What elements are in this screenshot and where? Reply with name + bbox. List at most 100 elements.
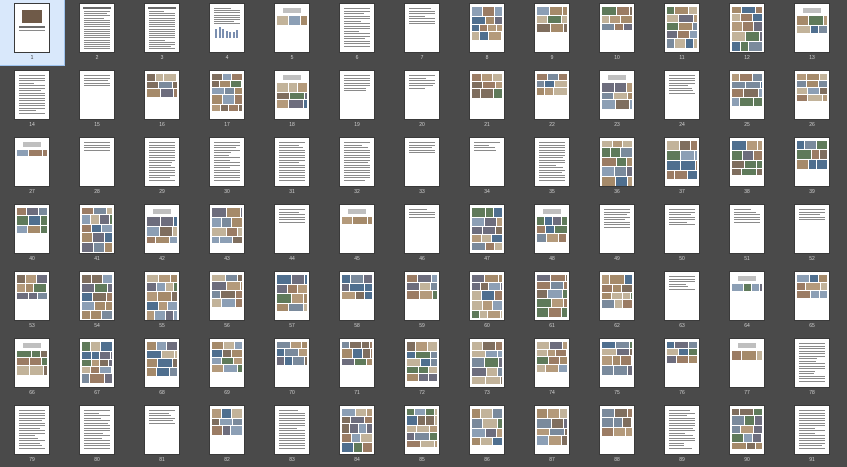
page-thumbnail[interactable]: 6 — [325, 0, 389, 65]
page-thumbnail[interactable]: 12 — [715, 0, 779, 65]
page-thumbnail[interactable]: 78 — [780, 335, 844, 400]
page-thumbnail[interactable]: 80 — [65, 402, 129, 467]
page-thumbnail[interactable]: 54 — [65, 268, 129, 333]
page-thumbnail[interactable]: 81 — [130, 402, 194, 467]
page-thumbnail[interactable]: 47 — [455, 201, 519, 266]
page-thumbnail[interactable]: 53 — [0, 268, 64, 333]
page-thumbnail[interactable]: 21 — [455, 67, 519, 132]
page-thumbnail[interactable]: 18 — [260, 67, 324, 132]
page-thumbnail[interactable]: 13 — [780, 0, 844, 65]
page-thumbnail[interactable]: 43 — [195, 201, 259, 266]
page-thumbnail[interactable]: 87 — [520, 402, 584, 467]
page-thumbnail[interactable]: 11 — [650, 0, 714, 65]
page-thumbnail[interactable]: 20 — [390, 67, 454, 132]
page-thumbnail[interactable]: 17 — [195, 67, 259, 132]
page-thumbnail[interactable]: 24 — [650, 67, 714, 132]
page-thumbnail[interactable]: 7 — [390, 0, 454, 65]
page-thumbnail[interactable]: 19 — [325, 67, 389, 132]
page-number-label: 37 — [679, 189, 685, 195]
page-thumbnail[interactable]: 5 — [260, 0, 324, 65]
page-thumbnail[interactable]: 85 — [390, 402, 454, 467]
page-thumbnail[interactable]: 83 — [260, 402, 324, 467]
page-thumbnail[interactable]: 75 — [585, 335, 649, 400]
page-thumbnail[interactable]: 60 — [455, 268, 519, 333]
page-thumbnail[interactable]: 9 — [520, 0, 584, 65]
page-thumbnail[interactable]: 35 — [520, 134, 584, 199]
page-thumbnail[interactable]: 45 — [325, 201, 389, 266]
page-thumbnail[interactable]: 33 — [390, 134, 454, 199]
page-thumbnail[interactable]: 49 — [585, 201, 649, 266]
page-thumbnail[interactable]: 51 — [715, 201, 779, 266]
page-thumbnail[interactable]: 23 — [585, 67, 649, 132]
page-thumbnail[interactable]: 64 — [715, 268, 779, 333]
page-thumbnail[interactable]: 37 — [650, 134, 714, 199]
page-thumbnail[interactable]: 67 — [65, 335, 129, 400]
page-thumbnail[interactable]: 52 — [780, 201, 844, 266]
page-thumbnail[interactable]: 66 — [0, 335, 64, 400]
page-thumbnail[interactable]: 56 — [195, 268, 259, 333]
page-thumbnail[interactable]: 36 — [585, 134, 649, 199]
page-thumbnail[interactable]: 65 — [780, 268, 844, 333]
page-thumbnail[interactable]: 15 — [65, 67, 129, 132]
page-number-label: 80 — [94, 457, 100, 463]
page-thumbnail[interactable]: 40 — [0, 201, 64, 266]
page-number-label: 18 — [289, 122, 295, 128]
page-thumbnail[interactable]: 84 — [325, 402, 389, 467]
page-thumbnail[interactable]: 44 — [260, 201, 324, 266]
page-thumbnail[interactable]: 90 — [715, 402, 779, 467]
page-thumbnail[interactable]: 2 — [65, 0, 129, 65]
page-thumbnail[interactable]: 34 — [455, 134, 519, 199]
page-thumbnail[interactable]: 77 — [715, 335, 779, 400]
page-preview — [210, 4, 244, 52]
page-preview — [665, 138, 699, 186]
page-thumbnail[interactable]: 38 — [715, 134, 779, 199]
page-thumbnail[interactable]: 30 — [195, 134, 259, 199]
page-thumbnail[interactable]: 4 — [195, 0, 259, 65]
page-thumbnail[interactable]: 14 — [0, 67, 64, 132]
page-number-label: 90 — [744, 457, 750, 463]
page-thumbnail[interactable]: 25 — [715, 67, 779, 132]
page-thumbnail[interactable]: 22 — [520, 67, 584, 132]
page-thumbnail[interactable]: 71 — [325, 335, 389, 400]
page-thumbnail[interactable]: 41 — [65, 201, 129, 266]
page-thumbnail[interactable]: 76 — [650, 335, 714, 400]
page-thumbnail[interactable]: 68 — [130, 335, 194, 400]
page-thumbnail[interactable]: 1 — [0, 0, 65, 66]
page-preview — [80, 272, 114, 320]
page-thumbnail[interactable]: 28 — [65, 134, 129, 199]
page-thumbnail[interactable]: 27 — [0, 134, 64, 199]
page-number-label: 42 — [159, 256, 165, 262]
page-thumbnail[interactable]: 50 — [650, 201, 714, 266]
page-thumbnail[interactable]: 58 — [325, 268, 389, 333]
page-thumbnail[interactable]: 46 — [390, 201, 454, 266]
page-number-label: 40 — [29, 256, 35, 262]
page-thumbnail[interactable]: 73 — [455, 335, 519, 400]
page-thumbnail[interactable]: 42 — [130, 201, 194, 266]
page-thumbnail[interactable]: 26 — [780, 67, 844, 132]
page-thumbnail[interactable]: 74 — [520, 335, 584, 400]
page-thumbnail[interactable]: 55 — [130, 268, 194, 333]
page-thumbnail[interactable]: 31 — [260, 134, 324, 199]
page-thumbnail[interactable]: 8 — [455, 0, 519, 65]
page-thumbnail[interactable]: 86 — [455, 402, 519, 467]
page-thumbnail[interactable]: 3 — [130, 0, 194, 65]
page-thumbnail[interactable]: 48 — [520, 201, 584, 266]
page-thumbnail[interactable]: 89 — [650, 402, 714, 467]
page-thumbnail[interactable]: 10 — [585, 0, 649, 65]
page-thumbnail[interactable]: 39 — [780, 134, 844, 199]
page-thumbnail[interactable]: 62 — [585, 268, 649, 333]
page-thumbnail[interactable]: 88 — [585, 402, 649, 467]
page-thumbnail[interactable]: 63 — [650, 268, 714, 333]
page-thumbnail[interactable]: 57 — [260, 268, 324, 333]
page-thumbnail[interactable]: 91 — [780, 402, 844, 467]
page-thumbnail[interactable]: 69 — [195, 335, 259, 400]
page-thumbnail[interactable]: 61 — [520, 268, 584, 333]
page-thumbnail[interactable]: 79 — [0, 402, 64, 467]
page-thumbnail[interactable]: 16 — [130, 67, 194, 132]
page-thumbnail[interactable]: 70 — [260, 335, 324, 400]
page-thumbnail[interactable]: 32 — [325, 134, 389, 199]
page-thumbnail[interactable]: 82 — [195, 402, 259, 467]
page-thumbnail[interactable]: 72 — [390, 335, 454, 400]
page-thumbnail[interactable]: 29 — [130, 134, 194, 199]
page-thumbnail[interactable]: 59 — [390, 268, 454, 333]
